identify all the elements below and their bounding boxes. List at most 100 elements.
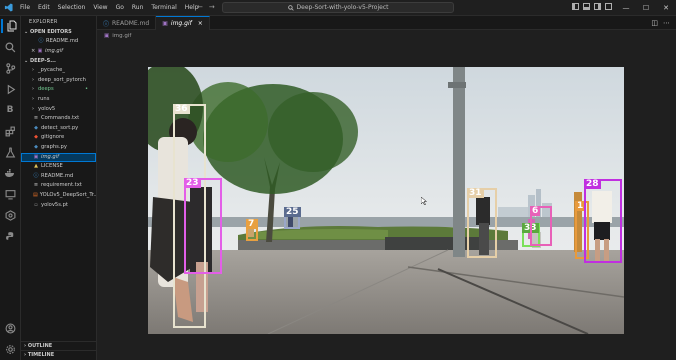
open-editor-label: img.gif <box>45 47 63 54</box>
git-icon: ◆ <box>34 134 38 141</box>
extension-b-icon[interactable]: B <box>3 103 17 117</box>
breadcrumb: ▣ img.gif <box>104 31 131 41</box>
project-folder-label: DEEP-S... <box>29 58 56 65</box>
search-icon[interactable] <box>3 40 17 54</box>
source-control-icon[interactable] <box>3 61 17 75</box>
file-label: yolov5s.pt <box>41 201 68 208</box>
split-editor-icon[interactable]: ◫ <box>651 19 658 27</box>
tab-readme[interactable]: ⓘ README.md <box>97 16 157 30</box>
file-item[interactable]: ≡ Commands.txt <box>21 114 96 124</box>
explorer-title: EXPLORER <box>29 19 58 25</box>
menu-selection[interactable]: Selection <box>54 4 90 11</box>
editor-actions: ◫ ⋯ <box>651 19 670 27</box>
chevron-right-icon: › <box>32 95 34 102</box>
track-id-label: 7 <box>246 219 257 229</box>
file-item[interactable]: ▫ yolov5s.pt <box>21 201 96 211</box>
docker-icon[interactable] <box>3 166 17 180</box>
file-item[interactable]: ▣ img.gif <box>21 152 96 163</box>
timeline-section[interactable]: › TIMELINE <box>21 350 96 359</box>
menu-bar: File Edit Selection View Go Run Terminal… <box>16 4 202 11</box>
detection-box <box>584 179 622 263</box>
settings-gear-icon[interactable] <box>3 342 17 356</box>
python-icon[interactable] <box>3 229 17 243</box>
file-item[interactable]: ⓘ README.md <box>21 172 96 182</box>
close-window-icon[interactable]: ✕ <box>656 0 676 16</box>
file-item[interactable]: ▤ YOLOv5_DeepSort_Tr... <box>21 191 96 201</box>
toggle-sidebar-icon[interactable] <box>572 3 579 10</box>
navigation-arrows: ← → <box>197 3 215 11</box>
testing-flask-icon[interactable] <box>3 145 17 159</box>
file-item[interactable]: ◆ detect_sort.py <box>21 124 96 134</box>
account-icon[interactable] <box>3 321 17 335</box>
file-item[interactable]: ▲ LICENSE <box>21 162 96 172</box>
outline-section[interactable]: › OUTLINE <box>21 341 96 350</box>
breadcrumb-file[interactable]: img.gif <box>112 33 131 39</box>
open-editors-header[interactable]: ⌄ OPEN EDITORS <box>21 28 96 37</box>
file-item[interactable]: ◆ graphs.py <box>21 143 96 153</box>
title-bar: File Edit Selection View Go Run Terminal… <box>0 0 676 16</box>
track-id-label: 31 <box>467 188 484 198</box>
info-icon: ⓘ <box>33 172 39 179</box>
search-text: Deep-Sort-with-yolo-v5-Project <box>296 4 389 11</box>
minimize-icon[interactable]: — <box>616 0 636 16</box>
folder-item[interactable]: › yolov5 <box>21 105 96 115</box>
maximize-icon[interactable]: ☐ <box>636 0 656 16</box>
forward-arrow-icon[interactable]: → <box>209 3 215 11</box>
toggle-secondary-sidebar-icon[interactable] <box>594 3 601 10</box>
menu-run[interactable]: Run <box>128 4 148 11</box>
file-tree: › _pycache_ › deep_sort_pytorch › deeps • › runs… <box>21 66 96 210</box>
image-icon: ▣ <box>37 47 43 54</box>
track-id-label: 25 <box>284 207 301 217</box>
toggle-panel-icon[interactable] <box>583 3 590 10</box>
activity-bar: B <box>0 16 21 360</box>
file-label: detect_sort.py <box>41 124 79 131</box>
chevron-right-icon: › <box>32 105 34 112</box>
back-arrow-icon[interactable]: ← <box>197 3 203 11</box>
file-item[interactable]: ≡ requirement.txt <box>21 181 96 191</box>
python-file-icon: ◆ <box>34 124 38 131</box>
image-icon: ▣ <box>104 33 110 39</box>
file-label: README.md <box>41 172 74 179</box>
menu-go[interactable]: Go <box>112 4 128 11</box>
track-id-label: 36 <box>173 104 190 114</box>
menu-file[interactable]: File <box>16 4 34 11</box>
customize-layout-icon[interactable] <box>605 3 612 10</box>
close-icon[interactable]: × <box>198 20 203 27</box>
chevron-right-icon: › <box>24 343 27 349</box>
explorer-icon[interactable] <box>1 19 21 33</box>
tab-label: img.gif <box>170 20 192 27</box>
menu-view[interactable]: View <box>89 4 111 11</box>
file-item[interactable]: ◆ gitignore <box>21 133 96 143</box>
chevron-right-icon: › <box>32 67 34 74</box>
file-label: _pycache_ <box>38 67 65 74</box>
command-center-search[interactable]: Deep-Sort-with-yolo-v5-Project <box>222 2 454 13</box>
menu-edit[interactable]: Edit <box>34 4 54 11</box>
project-folder-header[interactable]: ⌄ DEEP-S... <box>21 57 96 66</box>
more-actions-icon[interactable]: ⋯ <box>663 19 670 27</box>
folder-item[interactable]: › deep_sort_pytorch <box>21 76 96 86</box>
info-icon: ⓘ <box>38 38 44 44</box>
open-editor-item[interactable]: ⓘ README.md <box>21 37 96 47</box>
file-label: requirement.txt <box>41 182 82 189</box>
folder-item[interactable]: › runs <box>21 95 96 105</box>
remote-explorer-icon[interactable] <box>3 187 17 201</box>
menu-terminal[interactable]: Terminal <box>147 4 180 11</box>
search-icon <box>287 4 294 11</box>
file-label: gitignore <box>41 134 65 141</box>
chevron-down-icon: ⌄ <box>24 29 29 35</box>
info-icon: ⓘ <box>103 20 110 28</box>
outline-label: OUTLINE <box>27 343 53 349</box>
file-icon: ▫ <box>34 201 38 208</box>
run-debug-icon[interactable] <box>3 82 17 96</box>
tab-img-gif[interactable]: ▣ img.gif × <box>156 16 210 30</box>
image-icon: ▣ <box>33 153 39 160</box>
open-editor-item[interactable]: × ▣ img.gif <box>21 47 96 57</box>
file-label: img.gif <box>41 153 59 160</box>
kubernetes-icon[interactable] <box>3 208 17 222</box>
timeline-label: TIMELINE <box>27 352 55 358</box>
extensions-icon[interactable] <box>3 124 17 138</box>
folder-item[interactable]: › _pycache_ <box>21 66 96 76</box>
license-icon: ▲ <box>34 163 38 170</box>
folder-item[interactable]: › deeps • <box>21 85 96 95</box>
detection-box <box>184 178 222 274</box>
